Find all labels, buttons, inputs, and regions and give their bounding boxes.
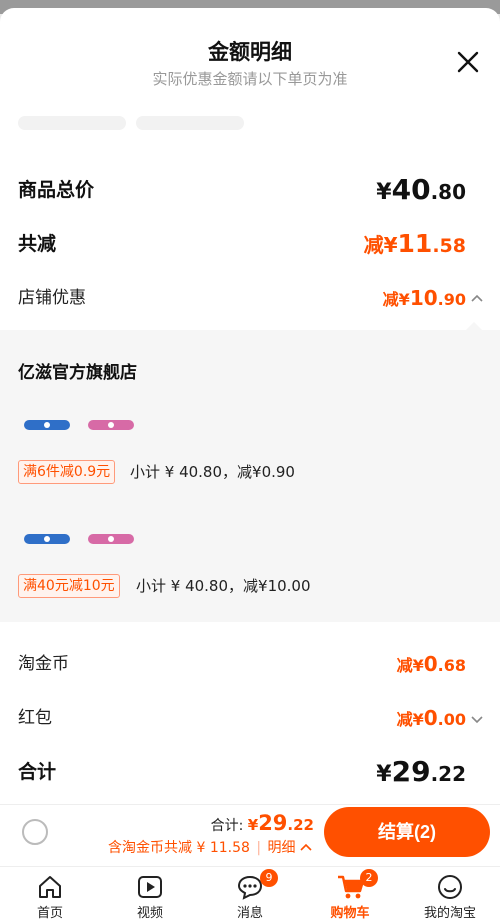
product-thumbnail[interactable] <box>20 528 74 550</box>
home-icon <box>39 876 61 898</box>
promo-tag: 满40元减10元 <box>18 574 120 598</box>
sheet-title: 金额明细 <box>208 40 292 64</box>
grand-total-row: 合计 ¥29.22 <box>0 752 500 792</box>
total-reduce-label: 共减 <box>18 233 57 255</box>
sheet-subtitle: 实际优惠金额请以下单页为准 <box>152 70 348 88</box>
chevron-up-icon <box>300 843 312 851</box>
loading-placeholder <box>18 116 126 130</box>
shop-discount-label: 店铺优惠 <box>18 288 86 308</box>
promo-subtotal: 小计 ¥ 40.80，减¥10.00 <box>136 577 311 595</box>
redpack-row[interactable]: 红包 减¥0.00 <box>0 698 500 738</box>
bottom-tab-bar: 首页 视频 9 消息 2 购物车 我的淘宝 <box>0 866 500 924</box>
coin-reduce-note: 含淘金币共减 ¥ 11.58 <box>108 840 250 856</box>
cart-badge: 2 <box>360 869 378 887</box>
redpack-value: 减¥0.00 <box>396 706 466 730</box>
checkout-bar: 合计: ¥29.22 含淘金币共减 ¥ 11.58 | 明细 结算(2) <box>0 804 500 866</box>
chevron-up-icon[interactable] <box>470 292 484 306</box>
video-icon <box>138 876 162 898</box>
loading-placeholder <box>136 116 244 130</box>
product-thumbnail[interactable] <box>84 528 138 550</box>
total-reduce-row: 共减 减¥11.58 <box>0 224 500 264</box>
redpack-label: 红包 <box>18 708 52 728</box>
total-reduce-value: 减¥11.58 <box>363 229 466 258</box>
tab-my-taobao[interactable]: 我的淘宝 <box>400 867 500 924</box>
profile-icon <box>438 875 462 899</box>
shop-discount-row[interactable]: 店铺优惠 减¥10.90 <box>0 278 500 318</box>
tab-video[interactable]: 视频 <box>100 867 200 924</box>
promo-subtotal: 小计 ¥ 40.80，减¥0.90 <box>130 463 295 481</box>
goods-total-label: 商品总价 <box>18 179 95 201</box>
grand-total-label: 合计 <box>18 761 57 783</box>
checkout-button[interactable]: 结算(2) <box>324 807 490 857</box>
select-all-checkbox[interactable] <box>22 819 48 845</box>
tab-cart[interactable]: 2 购物车 <box>300 867 400 924</box>
promo-tag: 满6件减0.9元 <box>18 460 116 484</box>
detail-label: 明细 <box>267 840 296 856</box>
goods-total-value: ¥40.80 <box>376 173 466 206</box>
footer-total: 合计: ¥29.22 <box>210 811 314 835</box>
shop-discount-value: 减¥10.90 <box>382 286 466 310</box>
coins-label: 淘金币 <box>18 654 69 674</box>
coins-row: 淘金币 减¥0.68 <box>0 644 500 684</box>
amount-detail-sheet: 金额明细 实际优惠金额请以下单页为准 商品总价 ¥40.80 共减 减¥11.5… <box>0 8 500 804</box>
message-badge: 9 <box>260 869 278 887</box>
tab-home[interactable]: 首页 <box>0 867 100 924</box>
coins-value: 减¥0.68 <box>396 652 466 676</box>
product-thumbnail[interactable] <box>20 414 74 436</box>
detail-toggle[interactable]: 含淘金币共减 ¥ 11.58 | 明细 <box>108 837 312 857</box>
goods-total-row: 商品总价 ¥40.80 <box>0 170 500 210</box>
grand-total-value: ¥29.22 <box>376 755 466 788</box>
close-icon[interactable] <box>456 50 480 74</box>
tab-messages[interactable]: 9 消息 <box>200 867 300 924</box>
chevron-down-icon[interactable] <box>470 712 484 726</box>
store-name: 亿滋官方旗舰店 <box>18 363 137 383</box>
panel-pointer <box>466 322 482 330</box>
product-thumbnail[interactable] <box>84 414 138 436</box>
